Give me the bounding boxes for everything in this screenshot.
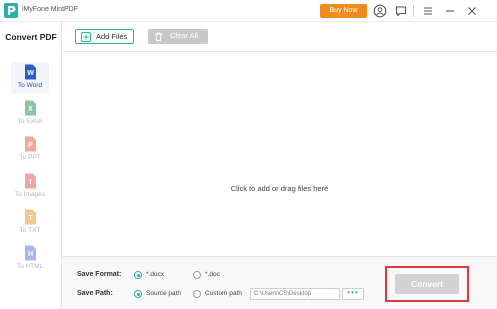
html-file-icon: H [25, 245, 36, 261]
format-docx-radio[interactable] [134, 271, 142, 279]
excel-file-icon: X [25, 100, 36, 116]
sidebar-title: Convert PDF [5, 32, 57, 42]
toolbar: Add Files Clear All [62, 22, 497, 52]
clear-all-label: Clear All [170, 31, 198, 40]
save-path-label: Save Path: [77, 290, 113, 297]
output-options-panel: Save Format: *.docx *.doc Save Path: Sou… [62, 256, 497, 309]
svg-text:T: T [28, 215, 33, 222]
sidebar-item-to-html[interactable]: H To HTML [11, 243, 49, 275]
convert-button[interactable]: Convert [395, 274, 459, 294]
title-bar: iMyFone MintPDF Buy Now [0, 0, 497, 22]
sidebar-item-label: To PPT [19, 154, 41, 161]
minimize-icon[interactable] [443, 4, 457, 18]
sidebar-item-label: To Word [17, 82, 43, 89]
file-drop-area[interactable]: Click to add or drag files here [62, 52, 497, 256]
sidebar-item-label: To Images [15, 191, 45, 198]
sidebar-item-to-word[interactable]: W To Word [11, 62, 49, 94]
app-title: iMyFone MintPDF [22, 6, 79, 13]
sidebar-item-to-excel[interactable]: X To Excel [11, 98, 49, 130]
sidebar-item-to-ppt[interactable]: P To PPT [11, 134, 49, 166]
add-files-button[interactable]: Add Files [75, 29, 134, 44]
format-doc-label[interactable]: *.doc [205, 271, 220, 278]
add-icon [81, 32, 91, 42]
browse-button[interactable]: ••• [342, 288, 364, 300]
custom-path-field[interactable]: C:\Users\CS\Desktop [250, 288, 340, 300]
sidebar-item-label: To TXT [19, 227, 41, 234]
svg-text:P: P [28, 142, 33, 149]
source-path-radio[interactable] [134, 290, 142, 298]
app-logo-icon [4, 3, 18, 18]
format-docx-label[interactable]: *.docx [146, 271, 164, 278]
buy-now-button[interactable]: Buy Now [320, 4, 367, 18]
svg-text:I: I [30, 179, 32, 186]
custom-path-radio[interactable] [193, 290, 201, 298]
drop-hint-text: Click to add or drag files here [230, 184, 329, 193]
custom-path-label[interactable]: Custom path [205, 290, 242, 297]
format-doc-radio[interactable] [193, 271, 201, 279]
trash-icon [155, 32, 162, 41]
source-path-label[interactable]: Source path [146, 290, 181, 297]
close-icon[interactable] [465, 4, 479, 18]
ppt-file-icon: P [25, 136, 36, 152]
add-files-label: Add Files [96, 32, 128, 41]
sidebar-item-label: To Excel [17, 118, 43, 125]
save-format-label: Save Format: [77, 271, 122, 278]
sidebar: Convert PDF W To Word X To Excel P To PP… [0, 22, 62, 309]
clear-all-button[interactable]: Clear All [148, 29, 208, 44]
svg-text:H: H [28, 251, 33, 258]
svg-text:X: X [28, 106, 33, 113]
svg-text:W: W [27, 70, 34, 77]
account-icon[interactable] [373, 4, 387, 18]
word-file-icon: W [25, 64, 36, 80]
menu-icon[interactable] [421, 4, 435, 18]
sidebar-item-to-images[interactable]: I To Images [11, 171, 49, 203]
sidebar-item-to-txt[interactable]: T To TXT [11, 207, 49, 239]
txt-file-icon: T [25, 209, 36, 225]
titlebar-divider [413, 5, 414, 17]
image-file-icon: I [25, 173, 36, 189]
sidebar-item-label: To HTML [16, 263, 44, 270]
feedback-icon[interactable] [394, 4, 408, 18]
